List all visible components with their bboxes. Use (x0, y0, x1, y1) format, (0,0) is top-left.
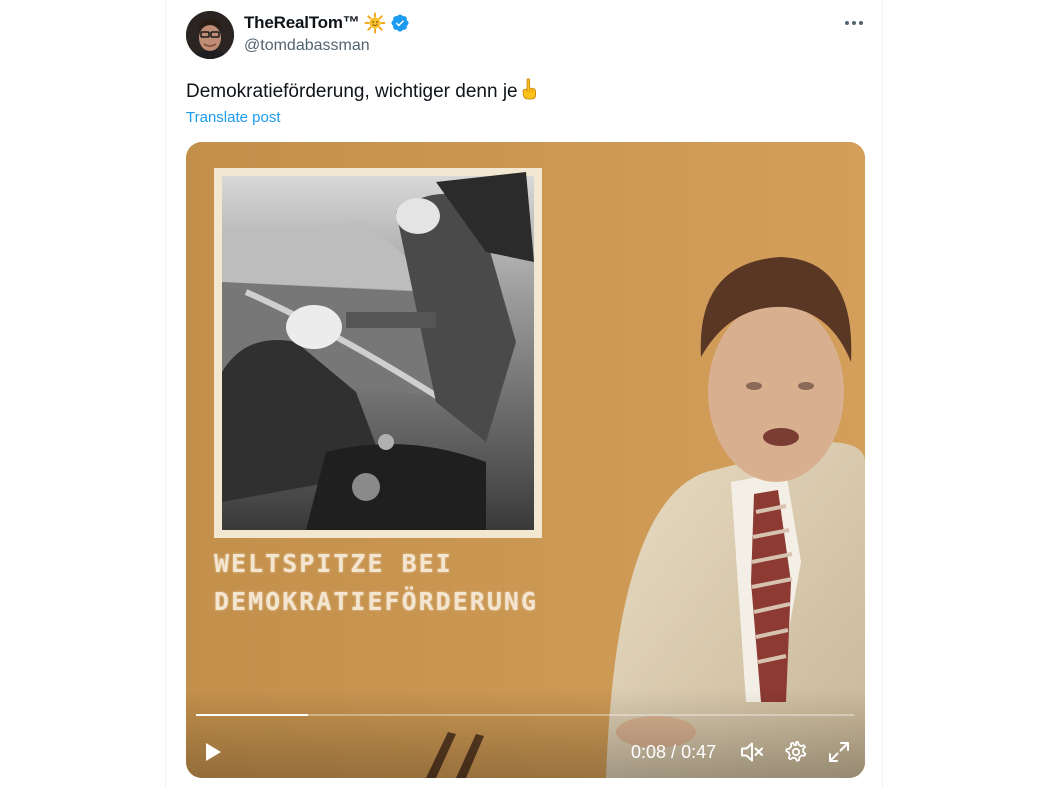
author-name-line: TheRealTom™ (244, 12, 410, 34)
video-caption-line-1: WELTSPITZE BEI (214, 549, 453, 578)
play-icon (206, 743, 221, 761)
post-column: TheRealTom™ @tomdabassman Demokratieförd… (165, 0, 883, 788)
video-time-separator: / (666, 742, 682, 762)
video-player[interactable]: WELTSPITZE BEI DEMOKRATIEFÖRDERUNG 0:08 … (186, 142, 865, 778)
post-text: Demokratieförderung, wichtiger denn je (186, 78, 538, 104)
fullscreen-icon (829, 742, 849, 762)
gear-icon (785, 741, 807, 762)
sun-emoji-icon (364, 12, 386, 34)
index-pointing-up-emoji-icon (520, 78, 538, 100)
post-text-content: Demokratieförderung, wichtiger denn je (186, 81, 518, 102)
page: TheRealTom™ @tomdabassman Demokratieförd… (0, 0, 1050, 788)
author-handle[interactable]: @tomdabassman (244, 37, 370, 55)
settings-button[interactable] (782, 738, 810, 766)
fullscreen-button[interactable] (825, 738, 853, 766)
play-button[interactable] (199, 738, 227, 766)
mute-button[interactable] (738, 738, 766, 766)
video-current-time: 0:08 (631, 742, 667, 762)
video-frame-image (186, 142, 865, 778)
video-time: 0:08 / 0:47 (631, 740, 716, 764)
video-caption-line-2: DEMOKRATIEFÖRDERUNG (214, 587, 538, 616)
video-progress-bar[interactable] (196, 714, 854, 716)
translate-post-link[interactable]: Translate post (186, 109, 281, 126)
video-progress-fill (196, 714, 308, 716)
display-name[interactable]: TheRealTom™ (244, 13, 360, 33)
video-duration: 0:47 (681, 742, 717, 762)
volume-muted-icon (741, 742, 763, 762)
avatar[interactable] (186, 11, 234, 59)
verified-badge-icon[interactable] (390, 13, 410, 33)
more-horizontal-icon[interactable] (842, 11, 866, 35)
